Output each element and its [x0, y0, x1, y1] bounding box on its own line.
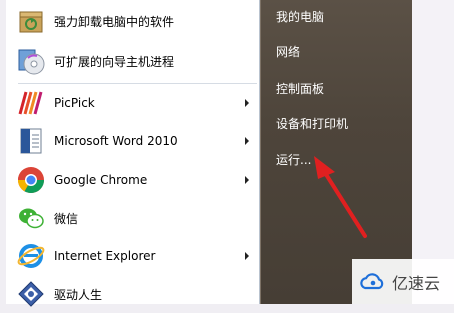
yisu-cloud-logo-icon [360, 272, 384, 289]
watermark-text: 亿速云 [392, 273, 441, 293]
watermark: 亿速云 [352, 259, 454, 304]
